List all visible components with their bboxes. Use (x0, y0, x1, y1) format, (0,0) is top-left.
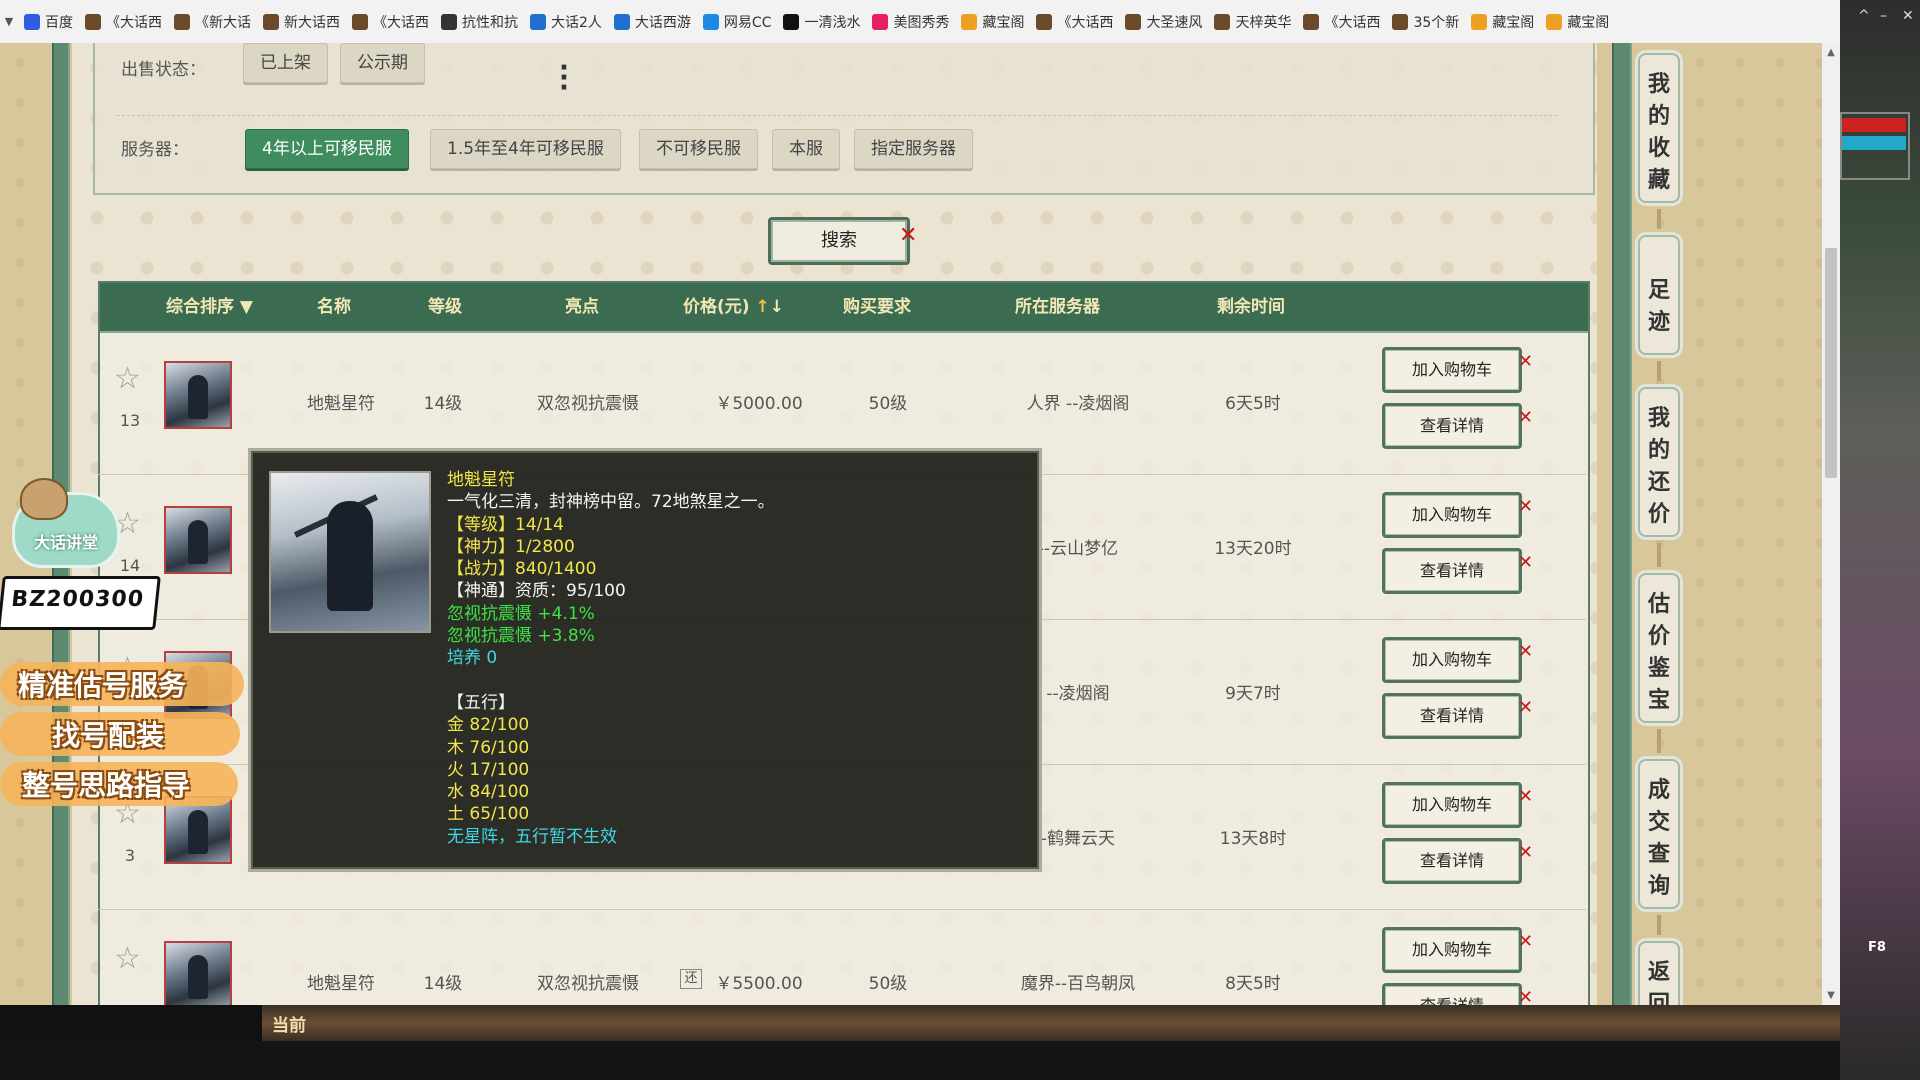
corner-ornament-icon: ✕ (1518, 931, 1534, 952)
corner-ornament-icon: ✕ (1518, 407, 1534, 428)
favorite-count: 14 (119, 556, 141, 575)
view-details-button[interactable]: 查看详情 (1382, 403, 1522, 449)
tooltip-text: 地魁星符 一气化三清，封神榜中留。72地煞星之一。 【等级】14/14 【神力】… (447, 469, 775, 848)
tooltip-zhanli: 【战力】840/1400 (447, 559, 597, 580)
item-level: 14级 (423, 394, 463, 414)
item-server: 人界 --凌烟阁 (1026, 394, 1130, 414)
item-requirement: 50级 (868, 394, 908, 414)
scroll-up-icon[interactable]: ▲ (1822, 47, 1840, 58)
scroll-down-icon[interactable]: ▼ (1822, 990, 1840, 1001)
tooltip-wuxing-tu: 土 65/100 (447, 804, 530, 825)
hp-bar (1842, 118, 1906, 132)
tooltip-wuxing-huo: 火 17/100 (447, 759, 530, 780)
corner-ornament-icon: ✕ (1518, 552, 1534, 573)
corner-ornament-icon: ✕ (1518, 351, 1534, 372)
corner-ornament-icon: ✕ (1518, 842, 1534, 863)
promo-line-1: 精准估号服务 (18, 669, 187, 702)
tooltip-shenli: 【神力】1/2800 (447, 536, 575, 557)
item-requirement: 50级 (868, 974, 908, 994)
scroll-thumb[interactable] (1825, 248, 1837, 478)
promo-line-3: 整号思路指导 (22, 769, 191, 802)
view-details-button[interactable]: 查看详情 (1382, 983, 1522, 1005)
item-portrait (269, 471, 431, 633)
item-price: ￥5000.00 (715, 394, 803, 414)
item-time-left: 13天8时 (1219, 829, 1287, 849)
tooltip-attr-2: 忽视抗震慑 +3.8% (447, 626, 595, 647)
tooltip-wuxing-jin: 金 82/100 (447, 715, 530, 736)
bottom-left-area (0, 1005, 262, 1041)
item-name: 地魁星符 (307, 974, 375, 994)
item-tooltip: 地魁星符 一气化三清，封神榜中留。72地煞星之一。 【等级】14/14 【神力】… (248, 448, 1042, 872)
add-to-cart-button[interactable]: 加入购物车 (1382, 927, 1522, 973)
item-level: 14级 (423, 974, 463, 994)
item-time-left: 6天5时 (1225, 394, 1281, 414)
favorite-count: 3 (124, 846, 136, 865)
tooltip-note: 无星阵，五行暂不生效 (447, 826, 617, 847)
corner-ornament-icon: ✕ (1518, 641, 1534, 662)
tooltip-wuxing-title: 【五行】 (447, 692, 515, 713)
tooltip-desc: 一气化三清，封神榜中留。72地煞星之一。 (447, 492, 775, 513)
item-name: 地魁星符 (307, 394, 375, 414)
item-time-left: 8天5时 (1225, 974, 1281, 994)
tooltip-wuxing-shui: 水 84/100 (447, 782, 530, 803)
minimize-icon[interactable]: ^ (1858, 8, 1870, 24)
promo-line-2: 找号配装 (52, 719, 165, 752)
mp-bar (1842, 136, 1906, 150)
favorite-star-icon[interactable]: ☆ (114, 361, 141, 396)
overlay-badge-text: 大话讲堂 (33, 533, 98, 552)
favorite-star-icon[interactable]: ☆ (114, 941, 141, 976)
overlay-id-tag: BZ200300 (0, 576, 161, 630)
table-row: ☆ 地魁星符 14级 双忽视抗震慑还 ￥5500.00 50级 魔界--百鸟朝凤 8天5时 加入… (98, 909, 1586, 1005)
overlay-id-text: BZ200300 (10, 587, 146, 612)
item-server: 魔界--百鸟朝凤 (1020, 974, 1136, 994)
item-highlight: 双忽视抗震慑 (537, 974, 639, 994)
bottom-area (0, 1041, 1840, 1080)
add-to-cart-button[interactable]: 加入购物车 (1382, 492, 1522, 538)
money-bag-icon (20, 478, 68, 520)
item-thumbnail[interactable] (164, 941, 232, 1005)
favorite-count: 13 (119, 411, 141, 430)
close-icon[interactable]: ✕ (1902, 8, 1914, 24)
add-to-cart-button[interactable]: 加入购物车 (1382, 347, 1522, 393)
tooltip-level: 【等级】14/14 (447, 514, 564, 535)
chat-channel-label[interactable]: 当前 (272, 1011, 306, 1036)
corner-ornament-icon: ✕ (1518, 496, 1534, 517)
tooltip-shentong: 【神通】资质：95/100 (447, 581, 626, 602)
game-chat-bar: 当前 (262, 1005, 1840, 1041)
item-highlight: 双忽视抗震慑 (537, 394, 639, 414)
tooltip-attr-1: 忽视抗震慑 +4.1% (447, 603, 595, 624)
hotkey-f8[interactable]: F8 (1868, 940, 1886, 955)
tooltip-item-name: 地魁星符 (447, 470, 515, 490)
item-price: ￥5500.00 (715, 974, 803, 994)
view-details-button[interactable]: 查看详情 (1382, 548, 1522, 594)
restore-icon[interactable]: – (1880, 8, 1887, 24)
corner-ornament-icon: ✕ (1518, 987, 1534, 1005)
add-to-cart-button[interactable]: 加入购物车 (1382, 782, 1522, 828)
item-thumbnail[interactable] (164, 506, 232, 574)
scrollbar[interactable]: ▲ ▼ (1822, 43, 1840, 1005)
tooltip-peiyang: 培养 0 (447, 648, 498, 669)
add-to-cart-button[interactable]: 加入购物车 (1382, 637, 1522, 683)
item-thumbnail[interactable] (164, 361, 232, 429)
view-details-button[interactable]: 查看详情 (1382, 838, 1522, 884)
view-details-button[interactable]: 查看详情 (1382, 693, 1522, 739)
item-time-left: 9天7时 (1225, 684, 1281, 704)
tooltip-wuxing-mu: 木 76/100 (447, 737, 530, 758)
item-time-left: 13天20时 (1214, 539, 1292, 559)
corner-ornament-icon: ✕ (1518, 697, 1534, 718)
corner-ornament-icon: ✕ (1518, 786, 1534, 807)
